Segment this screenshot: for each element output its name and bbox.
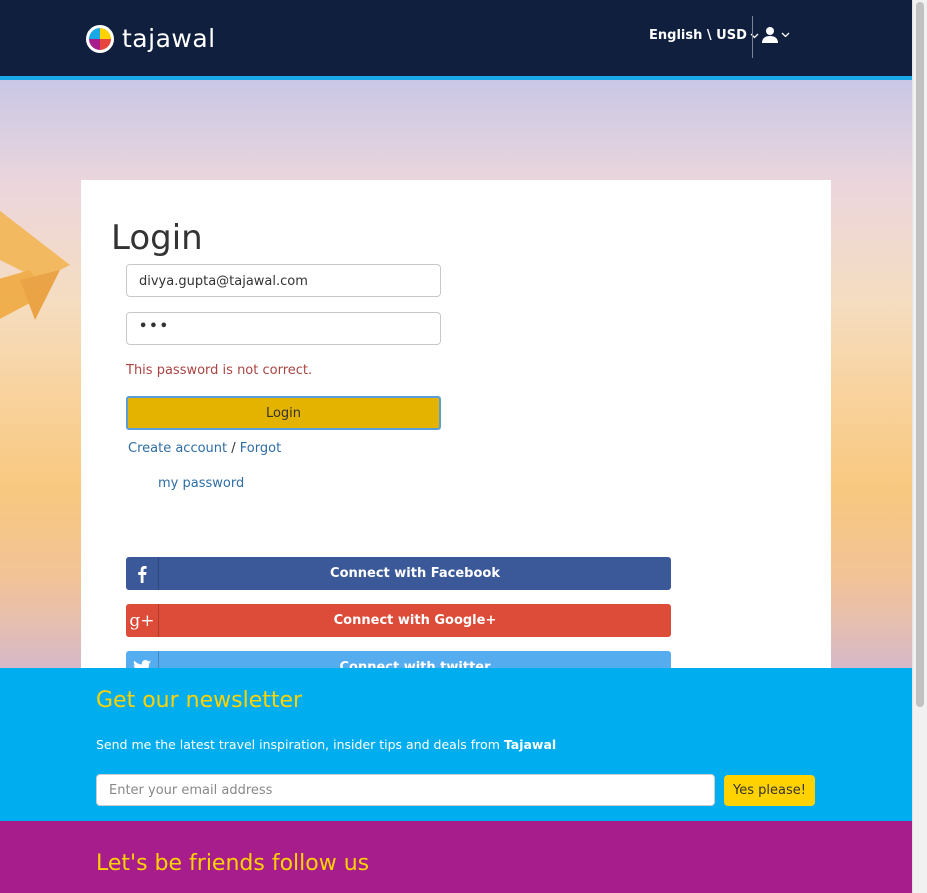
user-icon — [762, 27, 778, 43]
email-field[interactable]: divya.gupta@tajawal.com — [126, 264, 441, 297]
login-button[interactable]: Login — [126, 396, 441, 430]
facebook-icon — [126, 557, 159, 590]
forgot-password-link[interactable]: Forgot — [240, 441, 281, 456]
newsletter-section: Get our newsletter Send me the latest tr… — [0, 668, 912, 821]
logo-mark-icon — [86, 24, 114, 53]
newsletter-text: Send me the latest travel inspiration, i… — [96, 737, 500, 752]
login-title: Login — [111, 218, 203, 258]
password-error-message: This password is not correct. — [126, 363, 313, 378]
login-card: Login divya.gupta@tajawal.com ••• This p… — [81, 180, 831, 668]
user-menu[interactable] — [762, 26, 790, 43]
connect-google-plus-label: Connect with Google+ — [333, 613, 497, 628]
logo-text: tajawal — [122, 24, 216, 53]
connect-google-plus-button[interactable]: g+ Connect with Google+ — [126, 604, 671, 637]
hero-background: Login divya.gupta@tajawal.com ••• This p… — [0, 80, 912, 668]
link-separator: / — [231, 441, 236, 456]
newsletter-title: Get our newsletter — [96, 688, 303, 713]
google-plus-icon: g+ — [126, 604, 159, 637]
tajawal-logo[interactable]: tajawal — [86, 24, 216, 53]
language-currency-selector[interactable]: English \ USD — [649, 28, 759, 43]
site-header: tajawal English \ USD — [0, 0, 912, 80]
follow-us-section: Let's be friends follow us — [0, 821, 912, 893]
forgot-password-link-line2[interactable]: my password — [158, 476, 244, 491]
follow-us-title: Let's be friends follow us — [96, 851, 370, 876]
connect-facebook-button[interactable]: Connect with Facebook — [126, 557, 671, 590]
connect-twitter-button[interactable]: Connect with twitter — [126, 651, 671, 668]
newsletter-subscribe-button[interactable]: Yes please! — [724, 775, 815, 806]
password-field[interactable]: ••• — [126, 312, 441, 345]
newsletter-brand: Tajawal — [503, 737, 557, 752]
create-account-link[interactable]: Create account — [128, 441, 227, 456]
connect-facebook-label: Connect with Facebook — [330, 566, 500, 581]
connect-twitter-label: Connect with twitter — [339, 660, 491, 668]
chevron-down-icon — [781, 32, 790, 37]
header-divider — [752, 16, 753, 58]
scrollbar-thumb[interactable] — [916, 2, 924, 707]
twitter-icon — [126, 651, 159, 668]
newsletter-description: Send me the latest travel inspiration, i… — [96, 737, 556, 752]
page-scrollbar[interactable] — [912, 0, 927, 893]
newsletter-email-input[interactable]: Enter your email address — [96, 774, 715, 806]
account-links: Create account / Forgot — [128, 441, 281, 456]
language-currency-label: English \ USD — [649, 28, 747, 43]
